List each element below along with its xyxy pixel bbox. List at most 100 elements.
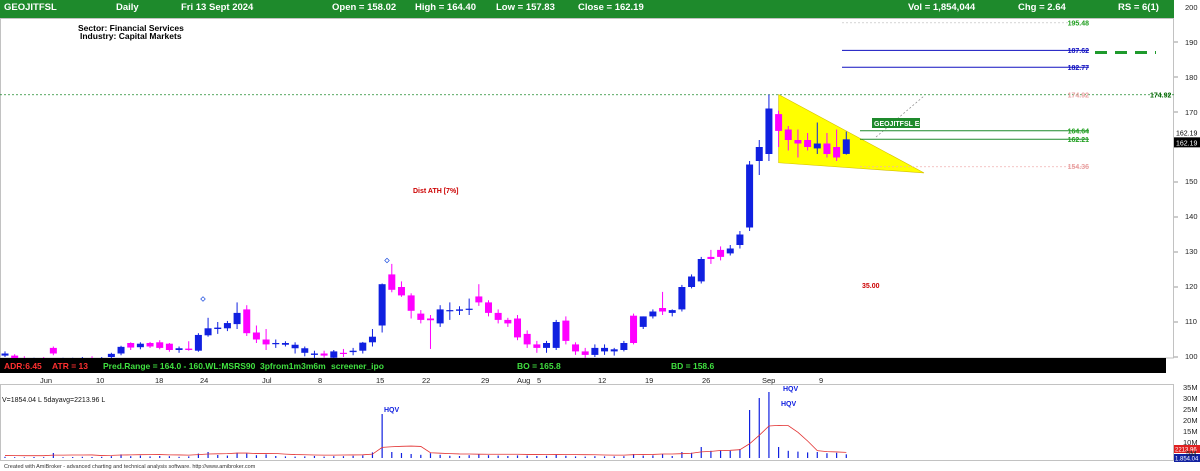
candle-body xyxy=(185,348,193,350)
date-tick: 18 xyxy=(155,376,164,385)
candle-body xyxy=(813,143,821,149)
candle-body xyxy=(601,347,609,352)
hqv-label: HQV xyxy=(783,386,799,393)
candle-body xyxy=(368,336,376,343)
candle-body xyxy=(639,316,647,327)
dist-ath-label: Dist ATH [7%] xyxy=(413,188,459,195)
adr-value: ADR:6.45 xyxy=(4,361,42,371)
price-chart[interactable]: 195.48 187.62 182.77 174.92 164.64 162.21 154.… xyxy=(0,0,1200,471)
volume-tick: 20M xyxy=(1183,416,1198,425)
volume-tick: 15M xyxy=(1183,427,1198,436)
ath-axis-label: 174.92 xyxy=(1150,92,1172,99)
screen-periods: 3pfrom1m3m6m xyxy=(260,361,326,371)
candle-body xyxy=(165,343,173,350)
candle-body xyxy=(252,332,260,340)
candle-body xyxy=(649,311,657,317)
volume-pane-frame xyxy=(0,384,1174,461)
date-tick: 15 xyxy=(376,376,385,385)
date-tick: 5 xyxy=(537,376,542,385)
candle-body xyxy=(485,302,492,313)
candle-body xyxy=(426,318,434,321)
price-pane-frame xyxy=(0,18,1174,359)
candle-body xyxy=(446,310,454,312)
screener-name: screener_ipo xyxy=(331,361,384,371)
level-value-label: 174.92 xyxy=(1068,92,1090,99)
candle-body xyxy=(475,296,483,303)
date-tick: 8 xyxy=(318,376,323,385)
candle-body xyxy=(823,143,831,154)
candle-body xyxy=(223,323,231,329)
candle-body xyxy=(388,274,396,290)
candle-body xyxy=(117,346,125,354)
candle-body xyxy=(1,353,9,356)
breakdown-value: BD = 158.6 xyxy=(671,361,715,371)
hqv-label: HQV xyxy=(781,401,797,408)
pred-range: Pred.Range = 164.0 - 160.WL:MSRS90 xyxy=(103,361,256,371)
date-tick: 24 xyxy=(200,376,209,385)
credit-line: Created with AmiBroker - advanced charti… xyxy=(4,464,256,470)
price-tick: 170 xyxy=(1185,108,1198,117)
volume-tick: 25M xyxy=(1183,405,1198,414)
candle-body xyxy=(107,353,115,357)
price-tick: 120 xyxy=(1185,282,1198,291)
candle-body xyxy=(697,259,705,282)
candle-body xyxy=(49,347,57,354)
price-tick: 110 xyxy=(1185,317,1197,326)
candle-body xyxy=(349,350,357,353)
candle-body xyxy=(678,287,686,310)
volume-tick: 5M xyxy=(1186,449,1197,458)
price-tick: 140 xyxy=(1185,212,1198,221)
last-price-value: 162.19 xyxy=(1176,140,1198,147)
level-value-label: 162.21 xyxy=(1068,137,1090,144)
candle-body xyxy=(562,320,570,341)
candle-body xyxy=(407,295,415,311)
candle-body xyxy=(417,313,425,320)
candle-body xyxy=(717,249,725,257)
candle-body xyxy=(301,348,309,353)
candle-body xyxy=(833,147,841,158)
triangle-pattern xyxy=(778,93,925,174)
candle-body xyxy=(397,287,405,296)
candle-body xyxy=(204,328,212,336)
price-tick: 180 xyxy=(1185,73,1198,82)
candle-body xyxy=(339,352,347,354)
candle-body xyxy=(543,343,551,348)
candle-body xyxy=(581,351,589,355)
candle-body xyxy=(688,276,696,287)
candle-body xyxy=(804,140,812,147)
price-tick: 100 xyxy=(1185,352,1198,361)
candle-body xyxy=(572,344,580,352)
candle-body xyxy=(214,327,222,329)
candle-body xyxy=(765,108,773,154)
candle-body xyxy=(842,139,850,154)
price-tick: 190 xyxy=(1185,38,1198,47)
breakout-value: BO = 165.8 xyxy=(517,361,561,371)
candle-body xyxy=(630,315,638,343)
pivot-diamond xyxy=(384,257,390,264)
date-tick: Jun xyxy=(40,376,53,385)
candle-body xyxy=(243,309,251,334)
candle-body xyxy=(794,140,802,144)
level-value-label: 195.48 xyxy=(1068,20,1090,27)
candle-body xyxy=(136,343,144,348)
date-tick: 12 xyxy=(598,376,607,385)
volume-info: V=1854.04 L 5dayavg=2213.96 L xyxy=(2,397,106,404)
date-tick: 26 xyxy=(702,376,711,385)
status-bar: ADR:6.45 ATR = 13 Pred.Range = 164.0 - 1… xyxy=(0,358,1166,373)
volume-tick: 10M xyxy=(1183,438,1198,447)
candle-body xyxy=(514,318,522,338)
volume-tick: 30M xyxy=(1183,394,1198,403)
candle-body xyxy=(552,322,560,348)
candle-body xyxy=(436,309,444,324)
symbol-tag: GEOJITFSL EQ xyxy=(874,121,925,128)
candle-body xyxy=(668,310,676,313)
candle-body xyxy=(726,248,734,254)
price-tick: 150 xyxy=(1185,177,1198,186)
candle-body xyxy=(659,308,667,312)
candle-body xyxy=(736,234,744,245)
candle-body xyxy=(194,334,202,351)
candle-body xyxy=(775,114,783,131)
rs-rating-label: 35.00 xyxy=(862,283,880,290)
candle-body xyxy=(320,353,328,356)
candle-body xyxy=(523,333,531,345)
